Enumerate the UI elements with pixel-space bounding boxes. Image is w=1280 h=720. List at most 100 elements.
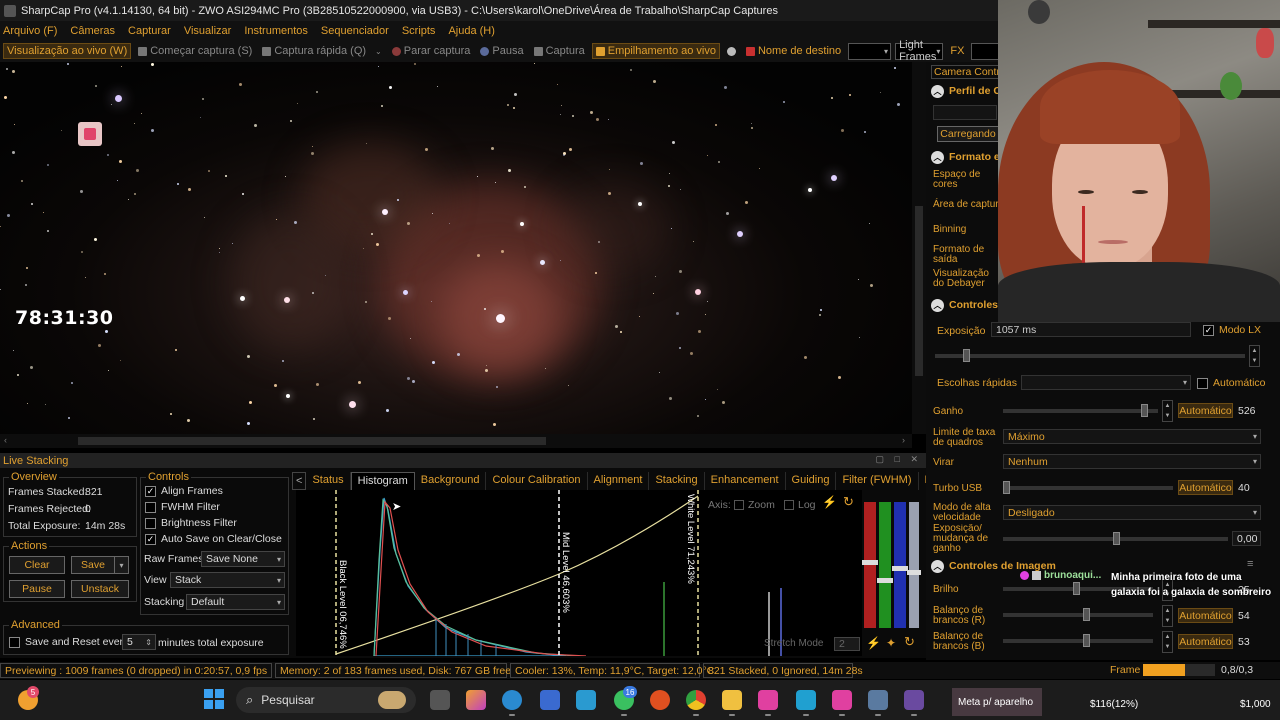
histogram-plot[interactable]: Black Level 06,746% Mid Level 46,603% Wh… bbox=[296, 490, 862, 656]
preview-horizontal-scrollbar[interactable]: ‹ › bbox=[0, 434, 912, 448]
store-icon[interactable] bbox=[540, 690, 560, 710]
file-explorer-icon[interactable] bbox=[722, 690, 742, 716]
edge-icon[interactable] bbox=[502, 690, 522, 716]
exposure-stepper[interactable]: ▲ ▼ bbox=[1249, 345, 1260, 367]
stop-capture-button[interactable]: Parar captura bbox=[389, 44, 474, 58]
slider-knob[interactable] bbox=[1083, 634, 1090, 647]
blue-slider-track[interactable] bbox=[894, 502, 906, 628]
slider-knob[interactable] bbox=[1003, 481, 1010, 494]
stacking-select[interactable]: Default ▾ bbox=[186, 594, 285, 610]
capture-button[interactable]: Captura bbox=[531, 44, 588, 58]
start-button[interactable] bbox=[204, 689, 224, 709]
save-reset-checkbox[interactable]: Save and Reset every bbox=[9, 636, 128, 648]
tab-enhancement[interactable]: Enhancement bbox=[705, 472, 786, 490]
taskbar-search[interactable]: ⌕ Pesquisar bbox=[236, 687, 416, 713]
format-section-header[interactable]: ︿ Formato e bbox=[931, 148, 1000, 166]
wb-blue-auto-button[interactable]: Automático bbox=[1178, 634, 1233, 649]
menu-scripts[interactable]: Scripts bbox=[402, 25, 436, 37]
app-icon[interactable] bbox=[576, 690, 596, 710]
lum-slider-track[interactable] bbox=[909, 502, 919, 628]
check-icon[interactable]: ✓ bbox=[1203, 324, 1214, 336]
fx-input[interactable] bbox=[971, 42, 1000, 60]
menu-tools[interactable]: Instrumentos bbox=[244, 25, 308, 37]
brightness-filter-checkbox[interactable]: Brightness Filter bbox=[145, 517, 237, 529]
rgb-level-sliders[interactable]: ⚡ ✦ ↻ bbox=[862, 492, 922, 654]
fwhm-filter-checkbox[interactable]: FWHM Filter bbox=[145, 501, 220, 513]
preview-vertical-scrollbar[interactable] bbox=[912, 62, 926, 434]
loading-button[interactable]: Carregando bbox=[937, 126, 999, 142]
menu-capture[interactable]: Capturar bbox=[128, 25, 171, 37]
turbo-usb-auto-button[interactable]: Automático bbox=[1178, 480, 1233, 495]
menu-cameras[interactable]: Câmeras bbox=[70, 25, 115, 37]
menu-help[interactable]: Ajuda (H) bbox=[448, 25, 494, 37]
app-icon[interactable] bbox=[796, 690, 816, 716]
scrollbar-thumb[interactable] bbox=[915, 206, 923, 376]
auto-save-checkbox[interactable]: ✓ Auto Save on Clear/Close bbox=[145, 533, 282, 545]
tab-scroll-left[interactable]: < bbox=[292, 472, 307, 490]
save-dropdown-button[interactable]: ▾ bbox=[114, 556, 129, 574]
live-stack-button[interactable]: Empilhamento ao vivo bbox=[591, 43, 720, 59]
tab-filter-fwhm[interactable]: Filter (FWHM) bbox=[836, 472, 919, 490]
profile-section-header[interactable]: ︿ Perfil de C bbox=[931, 82, 1001, 100]
slider-knob[interactable] bbox=[963, 349, 970, 362]
reticle-button[interactable] bbox=[724, 46, 739, 57]
view-select[interactable]: Stack ▾ bbox=[170, 572, 285, 588]
quick-picks-select[interactable]: ▾ bbox=[1021, 375, 1191, 390]
check-icon[interactable]: ✓ bbox=[145, 533, 156, 545]
quick-capture-button[interactable]: Captura rápida (Q) ⌄ bbox=[259, 44, 384, 58]
opera-icon[interactable] bbox=[650, 690, 670, 710]
tab-stacking[interactable]: Stacking bbox=[649, 472, 705, 490]
checkbox-box[interactable] bbox=[9, 636, 20, 648]
menu-file[interactable]: Arquivo (F) bbox=[3, 25, 57, 37]
gain-auto-button[interactable]: Automático bbox=[1178, 403, 1233, 418]
stepper-arrows-icon[interactable]: ⇕ bbox=[145, 638, 155, 647]
quick-picks-auto-checkbox[interactable]: Automático bbox=[1197, 377, 1266, 389]
stretch-mode-select[interactable]: 2 bbox=[834, 637, 860, 651]
checkbox-box[interactable] bbox=[1197, 377, 1208, 389]
lx-mode-checkbox[interactable]: ✓ Modo LX bbox=[1203, 324, 1261, 336]
chevron-up-icon[interactable]: ︿ bbox=[931, 150, 944, 164]
exposure-change-value[interactable]: 0,00 bbox=[1232, 531, 1261, 546]
wb-red-slider[interactable] bbox=[1003, 608, 1153, 621]
wb-blue-stepper[interactable]: ▲ ▼ bbox=[1162, 631, 1173, 653]
green-slider-track[interactable] bbox=[879, 502, 891, 628]
checkbox-box[interactable] bbox=[145, 501, 156, 513]
wb-red-stepper[interactable]: ▲ ▼ bbox=[1162, 605, 1173, 627]
log-checkbox[interactable]: Log bbox=[784, 499, 816, 511]
pause-button[interactable]: Pausa bbox=[477, 44, 526, 58]
slider-knob[interactable] bbox=[907, 570, 921, 575]
turbo-usb-slider[interactable] bbox=[1003, 481, 1173, 494]
unstack-button[interactable]: Unstack bbox=[71, 580, 129, 598]
app-icon[interactable] bbox=[904, 690, 924, 716]
start-capture-button[interactable]: Começar captura (S) bbox=[135, 44, 255, 58]
pause-stack-button[interactable]: Pause bbox=[9, 580, 65, 598]
exposure-slider[interactable] bbox=[935, 349, 1245, 362]
save-button[interactable]: Save bbox=[71, 556, 115, 574]
checkbox-box[interactable] bbox=[734, 500, 744, 510]
tab-alignment[interactable]: Alignment bbox=[588, 472, 650, 490]
checkbox-box[interactable] bbox=[145, 517, 156, 529]
copilot-icon[interactable] bbox=[466, 690, 486, 710]
menu-sequencer[interactable]: Sequenciador bbox=[321, 25, 389, 37]
clear-button[interactable]: Clear bbox=[9, 556, 65, 574]
scroll-right-icon[interactable]: › bbox=[902, 435, 905, 445]
slider-knob[interactable] bbox=[862, 560, 878, 565]
slider-knob[interactable] bbox=[892, 566, 908, 571]
frame-type-select[interactable]: Light Frames ▾ bbox=[895, 39, 944, 63]
chrome-icon[interactable] bbox=[686, 690, 706, 716]
chevron-up-icon[interactable]: ︿ bbox=[931, 298, 944, 312]
check-icon[interactable]: ✓ bbox=[145, 485, 156, 497]
auto-stretch-icon[interactable]: ⚡ bbox=[866, 636, 881, 650]
live-preview-image[interactable]: 78:31:30 bbox=[0, 62, 912, 434]
wb-blue-slider[interactable] bbox=[1003, 634, 1153, 647]
scrollbar-thumb[interactable] bbox=[78, 437, 546, 445]
tab-histogram[interactable]: Histogram bbox=[350, 472, 415, 490]
chevron-up-icon[interactable]: ︿ bbox=[931, 84, 944, 98]
frame-rate-select[interactable]: Máximo ▾ bbox=[1003, 429, 1261, 444]
save-reset-minutes-stepper[interactable]: 5 ⇕ bbox=[122, 634, 156, 650]
slider-knob[interactable] bbox=[877, 578, 893, 583]
panel-window-controls[interactable]: ▢ □ ✕ bbox=[876, 454, 922, 465]
gain-stepper[interactable]: ▲ ▼ bbox=[1162, 400, 1173, 422]
reset-icon[interactable]: ↻ bbox=[904, 634, 915, 650]
zoom-checkbox[interactable]: Zoom bbox=[734, 499, 775, 511]
